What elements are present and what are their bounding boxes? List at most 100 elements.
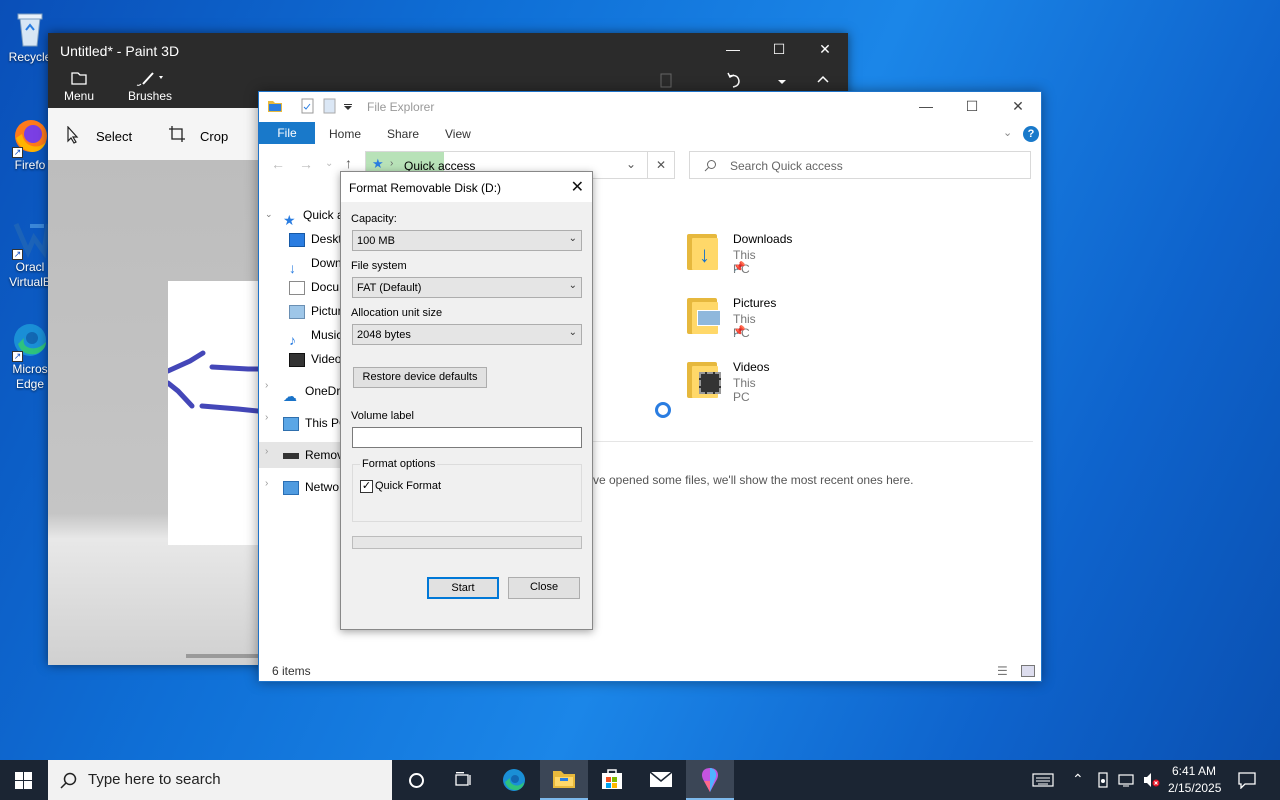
sidebar-item-label: Netwo — [305, 480, 340, 494]
crop-button[interactable]: Crop — [200, 129, 228, 144]
paint3d-icon — [702, 768, 718, 792]
close-button[interactable]: ✕ — [802, 33, 848, 66]
expand-ribbon-icon[interactable]: ⌄ — [1003, 126, 1012, 139]
search-icon — [704, 160, 716, 172]
capacity-select[interactable]: 100 MB ⌄ — [352, 230, 582, 251]
pin-icon: 📌 — [733, 326, 746, 337]
start-button[interactable] — [0, 760, 48, 800]
sidebar-item-documents[interactable]: Docu — [289, 276, 339, 298]
back-arrow-icon[interactable]: ← — [271, 156, 285, 172]
maximize-button[interactable]: ☐ — [756, 33, 802, 66]
sidebar-item-label: Down — [311, 256, 342, 270]
sidebar-item-label: Pictur — [311, 304, 342, 318]
drive-icon — [283, 452, 299, 459]
history-dropdown-icon[interactable] — [776, 76, 788, 86]
taskbar-app-edge[interactable] — [490, 760, 538, 800]
volume-muted-icon[interactable] — [1142, 772, 1160, 788]
search-input[interactable]: Search Quick access — [730, 159, 843, 173]
sidebar-item-network[interactable]: Netwo — [283, 476, 339, 498]
details-view-icon[interactable]: ☰ — [997, 664, 1008, 678]
close-icon[interactable]: ✕ — [571, 177, 584, 197]
minimize-button[interactable]: — — [710, 33, 756, 66]
taskbar-app-store[interactable] — [588, 760, 636, 800]
restore-defaults-button[interactable]: Restore device defaults — [353, 367, 487, 388]
notification-icon[interactable] — [1238, 771, 1256, 789]
taskbar-search-input[interactable]: Type here to search — [88, 771, 221, 788]
window-title: File Explorer — [367, 100, 435, 114]
up-arrow-icon[interactable]: ↑ — [345, 155, 352, 171]
quick-format-checkbox[interactable]: ✓ — [360, 480, 373, 493]
horizontal-scrollbar[interactable] — [186, 654, 264, 658]
sidebar-item-quick-access[interactable]: ★ Quick a — [283, 204, 344, 228]
sidebar-item-this-pc[interactable]: This PC — [283, 412, 348, 434]
drawing-canvas[interactable] — [165, 281, 271, 545]
sidebar-item-removable-disk[interactable]: Remov — [283, 444, 343, 466]
sidebar-item-music[interactable]: ♪ Music — [289, 324, 342, 348]
videos-icon — [699, 372, 721, 394]
undo-icon[interactable] — [724, 70, 744, 90]
capacity-label: Capacity: — [351, 213, 397, 225]
taskbar-app-file-explorer[interactable] — [540, 760, 588, 800]
large-icons-view-icon[interactable] — [1021, 665, 1035, 677]
tab-share[interactable]: Share — [387, 127, 419, 141]
network-icon[interactable] — [1118, 772, 1136, 788]
clock-time[interactable]: 6:41 AM — [1172, 764, 1216, 778]
sidebar-item-onedrive[interactable]: ☁ OneDri — [283, 380, 343, 404]
customize-quick-access-icon[interactable] — [343, 103, 353, 111]
tab-view[interactable]: View — [445, 127, 471, 141]
sidebar-item-downloads[interactable]: ↓ Down — [289, 252, 342, 276]
onedrive-icon: ☁ — [283, 387, 297, 404]
keyboard-icon[interactable] — [1032, 773, 1054, 787]
sidebar-item-desktop[interactable]: Deskt — [289, 228, 342, 250]
taskbar-app-paint3d[interactable] — [686, 760, 734, 800]
paint3d-titlebar[interactable]: Untitled* - Paint 3D — ☐ ✕ — [48, 33, 848, 66]
show-hidden-icons-icon[interactable]: ⌃ — [1072, 771, 1084, 788]
file-system-select[interactable]: FAT (Default) ⌄ — [352, 277, 582, 298]
sidebar-item-videos[interactable]: Video — [289, 348, 341, 370]
properties-icon[interactable] — [301, 98, 315, 114]
chevron-down-icon: ⌄ — [568, 280, 577, 291]
collapse-chevron-icon[interactable]: ⌄ — [265, 209, 273, 220]
help-icon[interactable]: ? — [1023, 126, 1039, 142]
allocation-unit-select[interactable]: 2048 bytes ⌄ — [352, 324, 582, 345]
task-view-button[interactable] — [440, 760, 488, 800]
brushes-button[interactable]: Brushes — [128, 70, 172, 103]
collapse-ribbon-icon[interactable] — [816, 74, 830, 84]
tab-home[interactable]: Home — [329, 127, 361, 141]
format-progress-bar — [352, 536, 582, 549]
dialog-titlebar[interactable]: Format Removable Disk (D:) ✕ — [341, 172, 592, 202]
menu-button[interactable]: Menu — [64, 70, 94, 103]
select-button[interactable]: Select — [96, 129, 132, 144]
expand-chevron-icon[interactable]: › — [265, 412, 268, 423]
device-icon[interactable] — [1096, 772, 1110, 788]
file-explorer-titlebar[interactable]: File Explorer — ☐ ✕ — [259, 92, 1041, 120]
address-dropdown-icon[interactable]: ⌄ — [626, 157, 636, 171]
minimize-button[interactable]: — — [903, 92, 949, 120]
taskbar-search[interactable]: Type here to search — [48, 760, 392, 800]
clock-date[interactable]: 2/15/2025 — [1168, 781, 1221, 795]
format-dialog[interactable]: Format Removable Disk (D:) ✕ Capacity: 1… — [340, 171, 593, 630]
format-options-group — [352, 464, 582, 522]
search-box[interactable]: Search Quick access — [689, 151, 1031, 179]
navigation-pane: ⌄ ★ Quick a Deskt ↓ Down Docu Pictur ♪ Musi… — [259, 204, 348, 504]
cancel-address-button[interactable]: ✕ — [647, 151, 675, 179]
cortana-button[interactable] — [392, 760, 440, 800]
computer-icon — [283, 416, 299, 431]
documents-icon — [289, 280, 305, 295]
close-button[interactable]: Close — [508, 577, 580, 599]
new-folder-icon[interactable] — [323, 98, 337, 114]
recent-files-message: ve opened some files, we'll show the mos… — [593, 473, 914, 487]
taskbar-app-mail[interactable] — [636, 760, 684, 800]
expand-chevron-icon[interactable]: › — [265, 478, 268, 489]
close-button[interactable]: ✕ — [995, 92, 1041, 120]
paste-icon[interactable] — [656, 70, 676, 90]
expand-chevron-icon[interactable]: › — [265, 380, 268, 391]
expand-chevron-icon[interactable]: › — [265, 446, 268, 457]
recent-locations-icon[interactable]: ⌄ — [325, 158, 333, 169]
sidebar-item-pictures[interactable]: Pictur — [289, 300, 342, 322]
start-button[interactable]: Start — [427, 577, 499, 599]
volume-label-input[interactable] — [352, 427, 582, 448]
tab-file[interactable]: File — [259, 122, 315, 144]
forward-arrow-icon[interactable]: → — [299, 156, 313, 172]
maximize-button[interactable]: ☐ — [949, 92, 995, 120]
